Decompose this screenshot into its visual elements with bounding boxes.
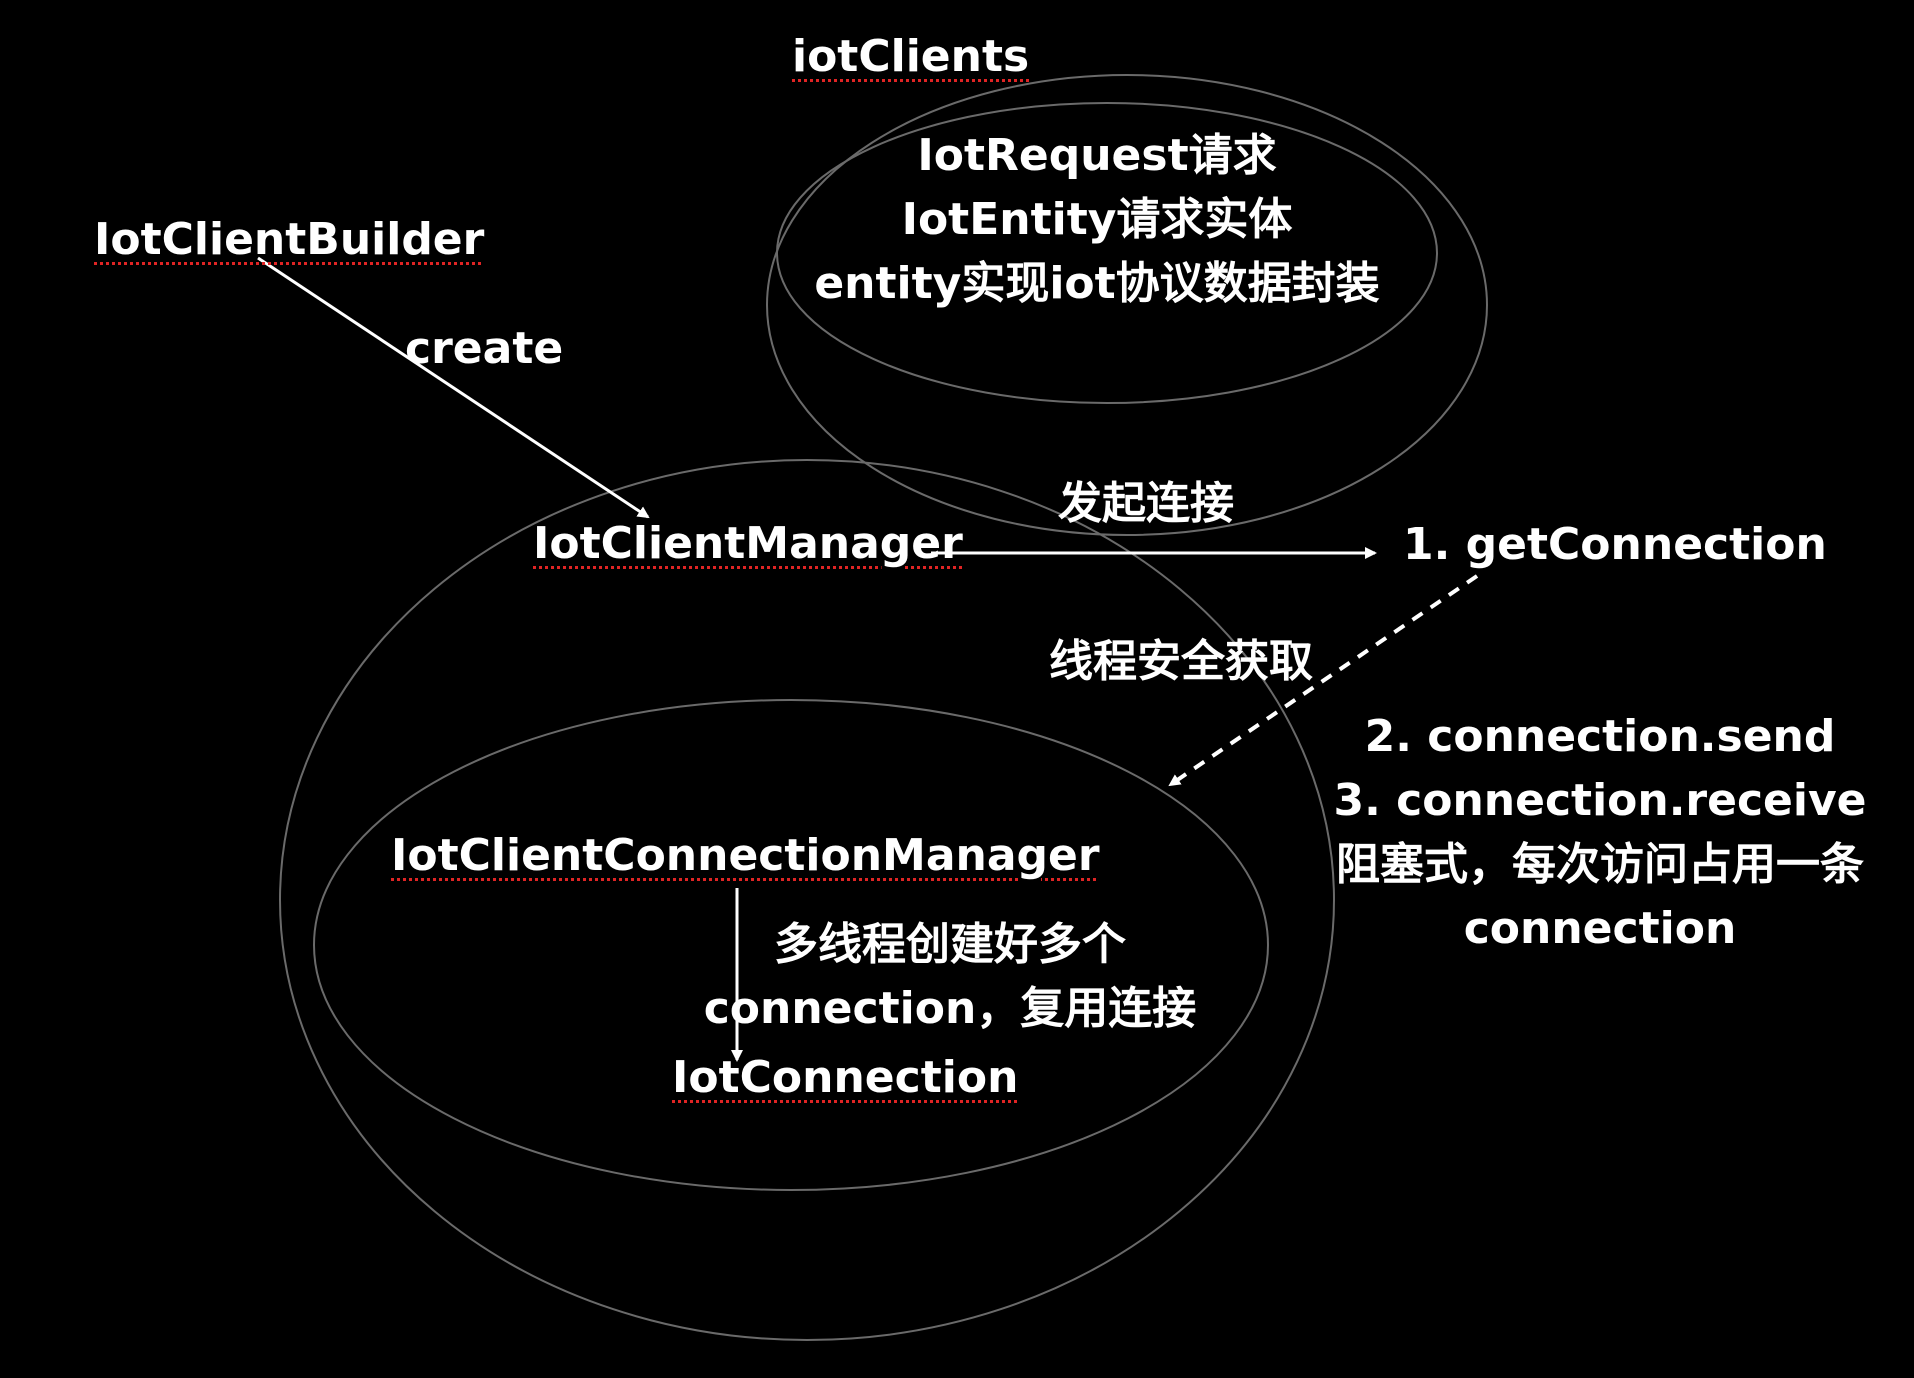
create-arrow [257,256,650,519]
multi-thread-create-line-1: 多线程创建好多个 [774,919,1126,970]
multi-thread-create-line-2: connection，复用连接 [703,983,1197,1034]
send-receive-steps: 2. connection.send 3. connection.receive… [1300,705,1900,961]
request-info-line-1: IotRequest请求 [917,130,1277,181]
receive-step: 3. connection.receive [1333,775,1867,826]
send-step: 2. connection.send [1364,711,1836,762]
request-info-block: IotRequest请求 IotEntity请求实体 entity实现iot协议… [807,124,1387,316]
iot-client-manager-node: IotClientManager [533,518,963,569]
get-connection-step: 1. getConnection [1403,519,1827,570]
blocking-note-connection: connection [1463,903,1737,954]
initiate-connection-label: 发起连接 [1058,478,1234,529]
request-info-line-3: entity实现iot协议数据封装 [814,258,1380,309]
iot-client-connection-manager-node: IotClientConnectionManager [391,830,1100,881]
thread-safe-get-label: 线程安全获取 [1049,636,1313,687]
iot-connection-node: IotConnection [672,1052,1019,1103]
manager-outer-ellipse [279,459,1335,1341]
create-edge-label: create [405,323,564,374]
blocking-note: 阻塞式，每次访问占用一条 [1336,839,1864,890]
request-info-line-2: IotEntity请求实体 [901,194,1293,245]
iot-clients-label: iotClients [792,31,1030,82]
iot-client-builder-node: IotClientBuilder [94,214,485,265]
multi-thread-create-label: 多线程创建好多个 connection，复用连接 [690,913,1210,1041]
